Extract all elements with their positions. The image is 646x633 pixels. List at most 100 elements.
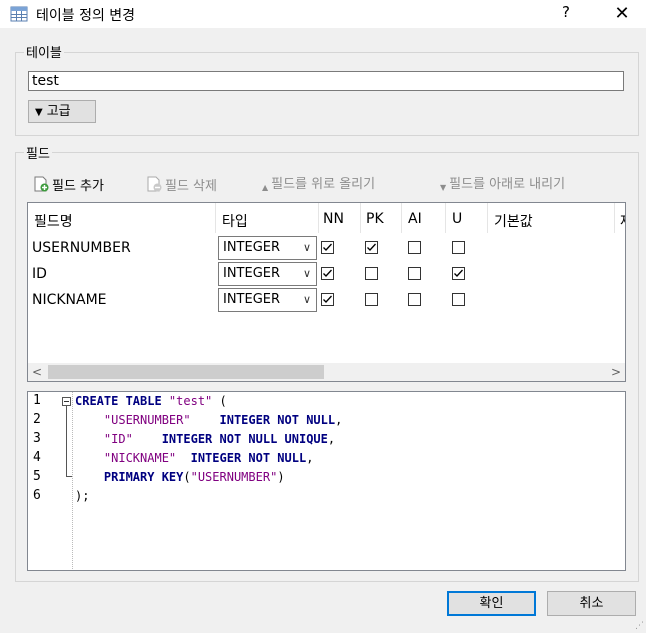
sql-line: "NICKNAME" INTEGER NOT NULL, [75, 451, 314, 465]
sql-token: ) [277, 470, 285, 484]
table-group-label: 테이블 [24, 42, 64, 61]
checkbox-ai[interactable] [408, 293, 421, 306]
checkbox-pk[interactable] [365, 293, 378, 306]
fold-end [66, 476, 72, 477]
sql-token: INTEGER NOT NULL [190, 413, 336, 427]
sql-token: ( [183, 470, 191, 484]
chevron-down-icon: ∨ [302, 293, 311, 306]
sql-token: "NICKNAME" [103, 451, 177, 465]
type-select[interactable]: INTEGER ∨ [218, 288, 317, 312]
scrollbar-thumb[interactable] [48, 365, 324, 379]
type-select-value: INTEGER [223, 240, 281, 255]
column-header-pk[interactable]: PK [366, 211, 384, 227]
column-header-ai[interactable]: AI [408, 211, 422, 227]
column-separator[interactable] [215, 203, 216, 233]
sql-line: CREATE TABLE "test" ( [75, 394, 227, 408]
sql-line: PRIMARY KEY("USERNUMBER") [75, 470, 285, 484]
column-separator[interactable] [318, 203, 319, 233]
column-header-name[interactable]: 필드명 [34, 211, 73, 231]
field-name-cell[interactable]: USERNUMBER [32, 240, 131, 256]
type-select[interactable]: INTEGER ∨ [218, 262, 317, 286]
sql-token: INTEGER NOT NULL UNIQUE [132, 432, 328, 446]
checkbox-ai[interactable] [408, 241, 421, 254]
move-field-up-button[interactable]: ▲ 필드를 위로 올리기 [262, 176, 375, 194]
sql-token: ( [212, 394, 227, 408]
fields-group-label: 필드 [24, 143, 52, 162]
sql-line: "ID" INTEGER NOT NULL UNIQUE, [75, 432, 335, 446]
move-field-up-label: 필드를 위로 올리기 [271, 177, 376, 192]
column-separator[interactable] [487, 203, 488, 233]
fold-line [66, 406, 67, 477]
line-number: 2 [33, 412, 41, 427]
title-bar: 테이블 정의 변경 ? ✕ [0, 0, 646, 28]
sql-token: , [327, 432, 336, 446]
scroll-right-icon[interactable]: > [607, 363, 625, 381]
checkbox-ai[interactable] [408, 267, 421, 280]
sql-line: "USERNUMBER" INTEGER NOT NULL, [75, 413, 342, 427]
move-field-down-button[interactable]: ▼ 필드를 아래로 내리기 [440, 176, 565, 194]
resize-grip-icon[interactable]: ⋰ [635, 621, 644, 631]
checkbox-u[interactable] [452, 241, 465, 254]
type-select-value: INTEGER [223, 292, 281, 307]
field-name-cell[interactable]: NICKNAME [32, 292, 107, 308]
help-button[interactable]: ? [554, 3, 578, 25]
column-header-type[interactable]: 타입 [222, 211, 248, 231]
advanced-button-label: 고급 [46, 104, 71, 119]
column-header-default[interactable]: 기본값 [494, 211, 533, 231]
table-icon [10, 5, 28, 27]
close-button[interactable]: ✕ [606, 3, 638, 25]
table-name-input[interactable]: test [28, 71, 624, 91]
line-number: 1 [33, 393, 41, 408]
checkbox-u[interactable] [452, 293, 465, 306]
sql-token: "USERNUMBER" [103, 413, 191, 427]
sql-preview[interactable]: 1 2 3 4 5 6 CREATE TABLE "test" ( "USERNUMBER"… [27, 391, 626, 571]
scroll-left-icon[interactable]: < [28, 363, 46, 381]
column-header-nn[interactable]: NN [323, 211, 344, 227]
cancel-button[interactable]: 취소 [547, 591, 636, 616]
sql-token: , [306, 451, 314, 465]
column-separator[interactable] [401, 203, 402, 233]
column-separator[interactable] [614, 203, 615, 233]
checkbox-pk[interactable] [365, 241, 378, 254]
checkbox-u[interactable] [452, 267, 465, 280]
sql-token: CREATE TABLE [75, 394, 169, 408]
arrow-up-icon: ▲ [262, 183, 269, 192]
triangle-down-icon: ▼ [35, 107, 43, 118]
column-separator[interactable] [445, 203, 446, 233]
sql-line: ); [75, 489, 89, 503]
line-number: 6 [33, 488, 41, 503]
column-separator[interactable] [360, 203, 361, 233]
checkbox-nn[interactable] [321, 293, 334, 306]
arrow-down-icon: ▼ [440, 183, 447, 192]
column-header-check[interactable]: 제 [620, 211, 625, 231]
sql-token: "ID" [103, 432, 133, 446]
line-number: 3 [33, 431, 41, 446]
fold-collapse-icon[interactable] [62, 397, 71, 406]
sql-token: "test" [168, 394, 213, 408]
sql-token: "USERNUMBER" [190, 470, 278, 484]
table-group [15, 52, 639, 136]
window-title: 테이블 정의 변경 [36, 8, 136, 24]
advanced-button[interactable]: ▼ 고급 [28, 100, 96, 123]
delete-field-label: 필드 삭제 [165, 179, 217, 194]
chevron-down-icon: ∨ [302, 241, 311, 254]
column-header-unique[interactable]: U [452, 211, 462, 227]
delete-field-button[interactable]: 필드 삭제 [146, 176, 217, 194]
checkbox-nn[interactable] [321, 267, 334, 280]
line-number: 4 [33, 450, 41, 465]
chevron-down-icon: ∨ [302, 267, 311, 280]
add-field-button[interactable]: 필드 추가 [33, 176, 104, 194]
add-field-icon [33, 176, 49, 198]
ok-button[interactable]: 확인 [447, 591, 536, 616]
sql-token: INTEGER NOT NULL [176, 451, 307, 465]
field-name-cell[interactable]: ID [32, 266, 47, 282]
checkbox-pk[interactable] [365, 267, 378, 280]
fields-table: 필드명 타입 NN PK AI U 기본값 제 USERNUMBER INTEGE… [27, 202, 626, 382]
type-select[interactable]: INTEGER ∨ [218, 236, 317, 260]
checkbox-nn[interactable] [321, 241, 334, 254]
sql-token: , [335, 413, 343, 427]
horizontal-scrollbar[interactable]: < > [28, 363, 625, 381]
